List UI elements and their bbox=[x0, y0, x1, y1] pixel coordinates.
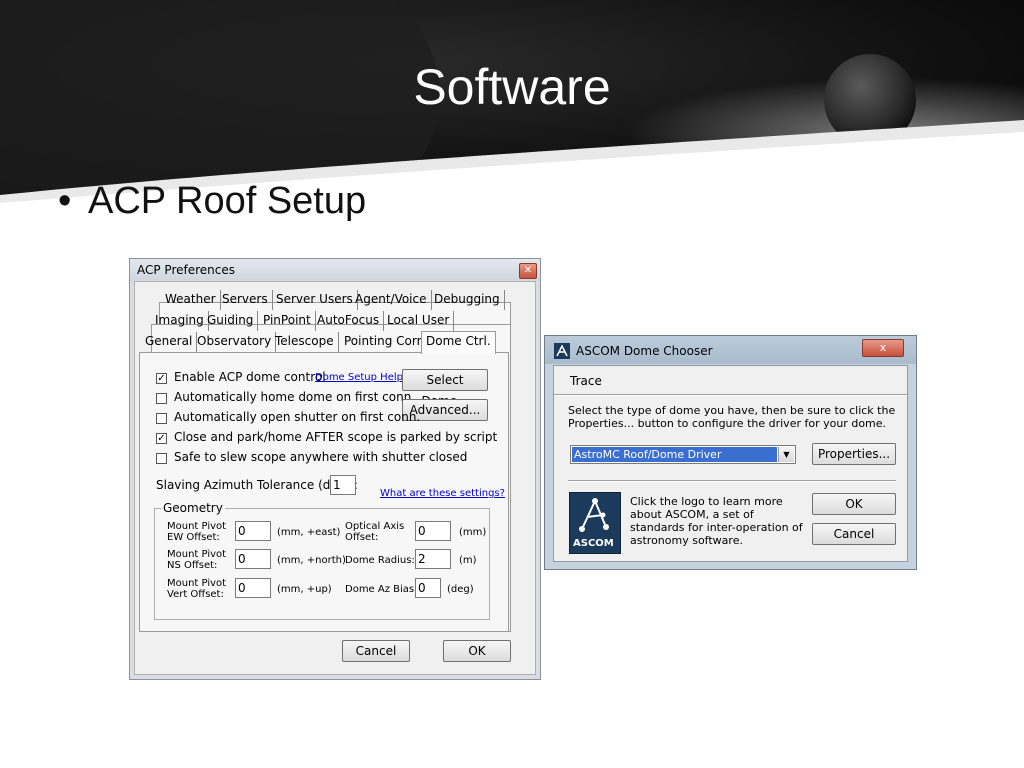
acp-cancel-button[interactable]: Cancel bbox=[342, 640, 410, 662]
bullet-icon: • bbox=[58, 180, 72, 222]
tab-observatory[interactable]: Observatory bbox=[193, 332, 277, 352]
ns-offset-label-2: NS Offset: bbox=[167, 560, 218, 571]
ascom-info-line-3: standards for inter-operation of bbox=[630, 521, 803, 534]
dome-driver-selected-value: AstroMC Roof/Dome Driver bbox=[572, 447, 777, 462]
dome-az-bias-unit: (deg) bbox=[447, 584, 474, 595]
safe-to-slew-checkbox[interactable] bbox=[156, 453, 167, 464]
tab-telescope[interactable]: Telescope bbox=[271, 332, 339, 352]
safe-to-slew-label: Safe to slew scope anywhere with shutter… bbox=[174, 450, 468, 464]
menu-divider bbox=[554, 394, 907, 396]
acp-titlebar[interactable]: ACP Preferences ✕ bbox=[130, 259, 540, 281]
acp-close-button[interactable]: ✕ bbox=[519, 263, 537, 279]
vert-offset-label-1: Mount Pivot bbox=[167, 578, 227, 589]
instructions-line-1: Select the type of dome you have, then b… bbox=[568, 404, 896, 417]
tab-autofocus[interactable]: AutoFocus bbox=[313, 311, 385, 331]
tab-general[interactable]: General bbox=[141, 332, 198, 352]
ew-offset-unit: (mm, +east) bbox=[277, 527, 341, 538]
tab-dome-ctrl[interactable]: Dome Ctrl. bbox=[421, 331, 496, 354]
slaving-tolerance-input[interactable]: 1 bbox=[330, 475, 356, 495]
section-divider bbox=[568, 480, 896, 482]
acp-window-title: ACP Preferences bbox=[137, 263, 236, 277]
enable-dome-control-checkbox[interactable]: ✓ bbox=[156, 373, 167, 384]
acp-preferences-window: ACP Preferences ✕ Weather Servers Server… bbox=[129, 258, 541, 680]
ew-offset-label-1: Mount Pivot bbox=[167, 521, 227, 532]
optical-axis-label-2: Offset: bbox=[345, 532, 379, 543]
tab-local-user[interactable]: Local User bbox=[383, 311, 455, 331]
tab-row-2: Imaging Guiding PinPoint AutoFocus Local… bbox=[151, 311, 491, 331]
dome-ctrl-tabpage: ✓ Enable ACP dome control Dome Setup Hel… bbox=[139, 352, 509, 632]
ascom-ok-button[interactable]: OK bbox=[812, 493, 896, 515]
ew-offset-label-2: EW Offset: bbox=[167, 532, 220, 543]
tab-server-users[interactable]: Server Users bbox=[272, 290, 358, 310]
optical-axis-unit: (mm) bbox=[459, 527, 487, 538]
tab-guiding[interactable]: Guiding bbox=[203, 311, 259, 331]
ascom-cancel-button[interactable]: Cancel bbox=[812, 523, 896, 545]
optical-axis-input[interactable]: 0 bbox=[415, 521, 451, 541]
tab-row-1: Weather Servers Server Users Agent/Voice… bbox=[161, 290, 505, 310]
bullet-text: ACP Roof Setup bbox=[88, 180, 367, 222]
slide-title: Software bbox=[413, 59, 611, 115]
ascom-close-button[interactable]: x bbox=[862, 339, 904, 357]
select-dome-button[interactable]: Select Dome... bbox=[402, 369, 488, 408]
optical-axis-label-1: Optical Axis bbox=[345, 521, 405, 532]
dome-radius-input[interactable]: 2 bbox=[415, 549, 451, 569]
slaving-tolerance-label: Slaving Azimuth Tolerance (deg.): bbox=[156, 478, 358, 492]
tab-agent-voice[interactable]: Agent/Voice bbox=[351, 290, 432, 310]
ascom-app-icon bbox=[554, 343, 570, 359]
tab-pinpoint[interactable]: PinPoint bbox=[259, 311, 316, 331]
acp-ok-button[interactable]: OK bbox=[443, 640, 511, 662]
auto-home-dome-label: Automatically home dome on first conn. bbox=[174, 390, 416, 404]
dome-setup-help-link[interactable]: Dome Setup Help bbox=[315, 372, 403, 383]
dome-radius-unit: (m) bbox=[459, 555, 477, 566]
vert-offset-unit: (mm, +up) bbox=[277, 584, 332, 595]
ascom-info-line-2: about ASCOM, a set of bbox=[630, 508, 754, 521]
tab-row-3: General Observatory Telescope Pointing C… bbox=[141, 331, 501, 354]
slide-bullet: • ACP Roof Setup bbox=[58, 180, 366, 223]
tab-pointing-corr[interactable]: Pointing Corr. bbox=[340, 332, 430, 352]
dome-driver-select[interactable]: AstroMC Roof/Dome Driver ▼ bbox=[570, 445, 796, 464]
enable-dome-control-label: Enable ACP dome control bbox=[174, 370, 326, 384]
ns-offset-label-1: Mount Pivot bbox=[167, 549, 227, 560]
ascom-dialog-body: Trace Select the type of dome you have, … bbox=[553, 365, 908, 562]
properties-button[interactable]: Properties... bbox=[812, 443, 896, 465]
ascom-info-line-1: Click the logo to learn more bbox=[630, 495, 783, 508]
close-park-after-scope-label: Close and park/home AFTER scope is parke… bbox=[174, 430, 498, 444]
ascom-logo-button[interactable]: ASCOM bbox=[569, 492, 621, 554]
geometry-group: Geometry Mount Pivot EW Offset: 0 (mm, +… bbox=[154, 501, 490, 620]
dome-radius-label: Dome Radius: bbox=[345, 555, 415, 566]
tab-debugging[interactable]: Debugging bbox=[430, 290, 505, 310]
ascom-titlebar[interactable]: ASCOM Dome Chooser x bbox=[545, 336, 916, 364]
instructions-line-2: Properties... button to configure the dr… bbox=[568, 417, 887, 430]
ascom-logo-text: ASCOM bbox=[573, 538, 614, 549]
ns-offset-unit: (mm, +north) bbox=[277, 555, 346, 566]
tab-imaging[interactable]: Imaging bbox=[151, 311, 209, 331]
dome-az-bias-input[interactable]: 0 bbox=[415, 578, 441, 598]
ew-offset-input[interactable]: 0 bbox=[235, 521, 271, 541]
geometry-legend: Geometry bbox=[161, 501, 225, 515]
chevron-down-icon[interactable]: ▼ bbox=[778, 447, 794, 462]
tab-servers[interactable]: Servers bbox=[218, 290, 273, 310]
auto-open-shutter-label: Automatically open shutter on first conn… bbox=[174, 410, 421, 424]
acp-dialog-body: Weather Servers Server Users Agent/Voice… bbox=[134, 281, 536, 675]
vert-offset-input[interactable]: 0 bbox=[235, 578, 271, 598]
dome-az-bias-label: Dome Az Bias: bbox=[345, 584, 418, 595]
ns-offset-input[interactable]: 0 bbox=[235, 549, 271, 569]
tab-weather[interactable]: Weather bbox=[161, 290, 221, 310]
ascom-window-title: ASCOM Dome Chooser bbox=[576, 344, 713, 358]
auto-open-shutter-checkbox[interactable] bbox=[156, 413, 167, 424]
auto-home-dome-checkbox[interactable] bbox=[156, 393, 167, 404]
close-park-after-scope-checkbox[interactable]: ✓ bbox=[156, 433, 167, 444]
vert-offset-label-2: Vert Offset: bbox=[167, 589, 224, 600]
ascom-dome-chooser-window: ASCOM Dome Chooser x Trace Select the ty… bbox=[544, 335, 917, 570]
trace-menu[interactable]: Trace bbox=[570, 374, 602, 388]
what-are-these-settings-link[interactable]: What are these settings? bbox=[380, 488, 505, 499]
ascom-logo-icon bbox=[579, 498, 609, 532]
ascom-info-line-4: astronomy software. bbox=[630, 534, 743, 547]
